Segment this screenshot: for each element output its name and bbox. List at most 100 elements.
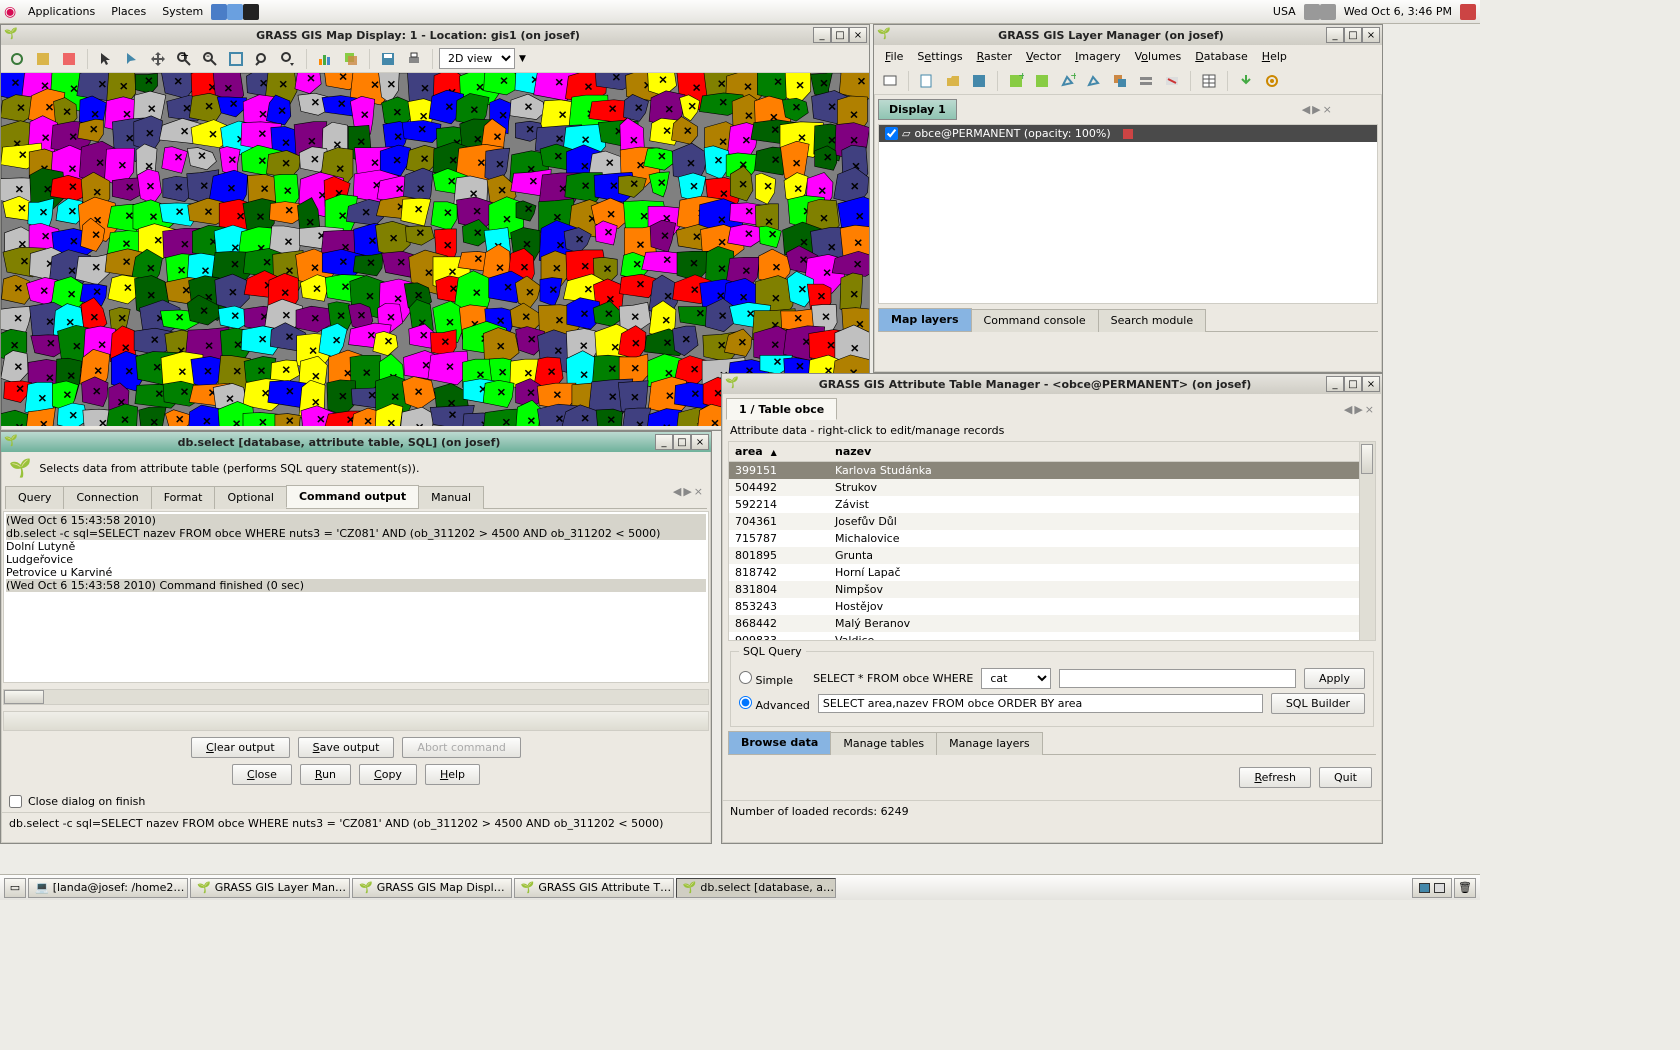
close-on-finish-input[interactable] <box>9 795 22 808</box>
tab-search-module[interactable]: Search module <box>1098 309 1207 332</box>
import-icon[interactable] <box>1234 69 1258 93</box>
add-raster-icon[interactable]: + <box>1004 69 1028 93</box>
taskbar-item[interactable]: 💻 [landa@josef: /home2… <box>28 878 188 898</box>
apply-button[interactable]: Apply <box>1304 668 1365 689</box>
tab-next-icon[interactable]: ▶ <box>683 485 691 508</box>
save-display-icon[interactable] <box>376 47 400 71</box>
maximize-button[interactable]: □ <box>1344 27 1362 43</box>
tab-command-output[interactable]: Command output <box>286 485 419 508</box>
menu-imagery[interactable]: Imagery <box>1068 48 1128 65</box>
display-map-icon[interactable] <box>5 47 29 71</box>
close-button[interactable]: × <box>691 434 709 450</box>
clear-output-button[interactable]: Clear output <box>191 737 290 758</box>
tab-manual[interactable]: Manual <box>418 486 484 509</box>
close-button[interactable]: × <box>849 27 867 43</box>
close-on-finish-checkbox[interactable]: Close dialog on finish <box>1 791 711 812</box>
maximize-button[interactable]: □ <box>831 27 849 43</box>
menu-applications[interactable]: Applications <box>20 5 103 18</box>
table-row[interactable]: 818742Horní Lapač <box>729 564 1375 581</box>
tab-close-icon[interactable]: × <box>1323 103 1332 116</box>
tab-optional[interactable]: Optional <box>214 486 287 509</box>
advanced-radio[interactable]: Advanced <box>739 696 810 712</box>
network-icon[interactable] <box>1304 4 1320 20</box>
volume-icon[interactable] <box>1320 4 1336 20</box>
add-vector-icon[interactable]: + <box>1056 69 1080 93</box>
advanced-sql-input[interactable] <box>818 694 1263 713</box>
close-button[interactable]: × <box>1362 27 1380 43</box>
browser-launcher-icon[interactable] <box>211 4 227 20</box>
overlay-icon[interactable] <box>339 47 363 71</box>
menu-raster[interactable]: Raster <box>970 48 1019 65</box>
tab-connection[interactable]: Connection <box>63 486 151 509</box>
layer-item[interactable]: ▱ obce@PERMANENT (opacity: 100%) <box>879 125 1377 142</box>
menu-system[interactable]: System <box>154 5 211 18</box>
remove-layer-icon[interactable] <box>1160 69 1184 93</box>
settings-icon[interactable] <box>1260 69 1284 93</box>
workspace-new-icon[interactable] <box>915 69 939 93</box>
run-button[interactable]: Run <box>300 764 351 785</box>
zoom-out-icon[interactable]: - <box>198 47 222 71</box>
table-row[interactable]: 868442Malý Beranov <box>729 615 1375 632</box>
workspace-save-icon[interactable] <box>967 69 991 93</box>
terminal-launcher-icon[interactable] <box>243 4 259 20</box>
minimize-button[interactable]: _ <box>1326 376 1344 392</box>
dbselect-titlebar[interactable]: 🌱 db.select [database, attribute table, … <box>1 432 711 452</box>
layer-tree[interactable]: ▱ obce@PERMANENT (opacity: 100%) <box>878 124 1378 304</box>
table-row[interactable]: 715787Michalovice <box>729 530 1375 547</box>
menu-settings[interactable]: Settings <box>910 48 969 65</box>
menu-file[interactable]: File <box>878 48 910 65</box>
zoom-in-icon[interactable]: + <box>172 47 196 71</box>
view-mode-select[interactable]: 2D view <box>439 48 515 69</box>
query-icon[interactable] <box>120 47 144 71</box>
save-output-button[interactable]: Save output <box>298 737 395 758</box>
table-tab[interactable]: 1 / Table obce <box>726 398 837 420</box>
minimize-button[interactable]: _ <box>655 434 673 450</box>
refresh-button[interactable]: Refresh <box>1239 767 1311 788</box>
table-row[interactable]: 801895Grunta <box>729 547 1375 564</box>
taskbar-item[interactable]: 🌱 GRASS GIS Map Displ… <box>352 878 512 898</box>
add-group-icon[interactable] <box>1134 69 1158 93</box>
shutdown-icon[interactable] <box>1460 4 1476 20</box>
table-row[interactable]: 592214Závist <box>729 496 1375 513</box>
display-tab[interactable]: Display 1 ◀ ▶ × <box>878 99 957 120</box>
workspace-open-icon[interactable] <box>941 69 965 93</box>
copy-button[interactable]: Copy <box>359 764 417 785</box>
menu-database[interactable]: Database <box>1188 48 1255 65</box>
tab-prev-icon[interactable]: ◀ <box>1344 403 1352 416</box>
minimize-button[interactable]: _ <box>1326 27 1344 43</box>
map-titlebar[interactable]: 🌱 GRASS GIS Map Display: 1 - Location: g… <box>1 25 869 45</box>
vertical-scrollbar[interactable] <box>1359 442 1375 640</box>
column-header-nazev[interactable]: nazev <box>829 442 1375 462</box>
zoom-extent-icon[interactable] <box>224 47 248 71</box>
workspace-switcher[interactable] <box>1412 878 1452 898</box>
zoom-menu-icon[interactable] <box>276 47 300 71</box>
layer-visibility-checkbox[interactable] <box>885 127 898 140</box>
table-row[interactable]: 704361Josefův Důl <box>729 513 1375 530</box>
attr-titlebar[interactable]: 🌱 GRASS GIS Attribute Table Manager - <o… <box>722 374 1382 394</box>
menu-vector[interactable]: Vector <box>1019 48 1068 65</box>
maximize-button[interactable]: □ <box>673 434 691 450</box>
menu-places[interactable]: Places <box>103 5 154 18</box>
where-value-input[interactable] <box>1059 669 1296 688</box>
tab-query[interactable]: Query <box>5 486 64 509</box>
trash-icon[interactable]: 🗑 <box>1454 878 1476 898</box>
help-button[interactable]: Help <box>425 764 480 785</box>
mail-launcher-icon[interactable] <box>227 4 243 20</box>
tab-browse-data[interactable]: Browse data <box>728 731 831 754</box>
command-output[interactable]: (Wed Oct 6 15:43:58 2010) db.select -c s… <box>3 511 709 683</box>
sql-builder-button[interactable]: SQL Builder <box>1271 693 1365 714</box>
attribute-table-icon[interactable] <box>1197 69 1221 93</box>
attribute-grid[interactable]: area nazev 399151Karlova Studánka504492S… <box>728 441 1376 641</box>
pan-icon[interactable] <box>146 47 170 71</box>
add-raster-misc-icon[interactable] <box>1030 69 1054 93</box>
render-map-icon[interactable] <box>31 47 55 71</box>
analyze-icon[interactable] <box>313 47 337 71</box>
maximize-button[interactable]: □ <box>1344 376 1362 392</box>
tab-manage-layers[interactable]: Manage layers <box>936 732 1043 755</box>
taskbar-item[interactable]: 🌱 GRASS GIS Layer Man… <box>190 878 350 898</box>
column-header-area[interactable]: area <box>729 442 829 462</box>
clock[interactable]: Wed Oct 6, 3:46 PM <box>1336 5 1460 18</box>
table-row[interactable]: 831804Nimpšov <box>729 581 1375 598</box>
quit-button[interactable]: Quit <box>1319 767 1372 788</box>
tab-format[interactable]: Format <box>151 486 216 509</box>
